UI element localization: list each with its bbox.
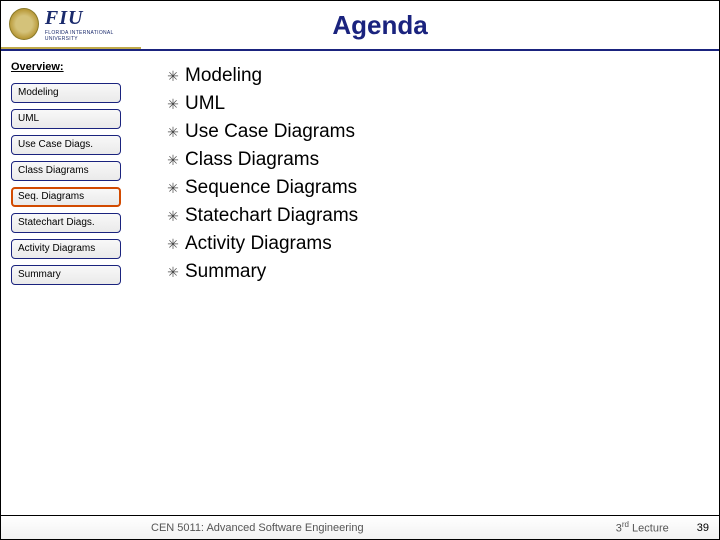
bullet-text: Sequence Diagrams	[185, 177, 357, 199]
sidebar-item-1[interactable]: UML	[11, 109, 121, 129]
bullet-text: Class Diagrams	[185, 149, 319, 171]
bullet-text: Summary	[185, 261, 266, 283]
logo-text-block: FIU FLORIDA INTERNATIONAL UNIVERSITY	[45, 7, 141, 42]
sidebar-item-4[interactable]: Seq. Diagrams	[11, 187, 121, 207]
logo-subtext: FLORIDA INTERNATIONAL UNIVERSITY	[45, 30, 141, 42]
asterisk-bullet-icon: ✳	[161, 152, 185, 169]
bullet-list: ✳Modeling✳UML✳Use Case Diagrams✳Class Di…	[161, 65, 699, 283]
bullet-row: ✳Statechart Diagrams	[161, 205, 699, 227]
sidebar-item-2[interactable]: Use Case Diags.	[11, 135, 121, 155]
logo-seal-icon	[9, 8, 39, 40]
sidebar-heading: Overview:	[11, 61, 131, 73]
bullet-row: ✳Summary	[161, 261, 699, 283]
asterisk-bullet-icon: ✳	[161, 208, 185, 225]
sidebar: Overview: Modeling UML Use Case Diags. Clas…	[1, 51, 141, 517]
bullet-text: Statechart Diagrams	[185, 205, 358, 227]
logo-text: FIU	[45, 7, 141, 30]
bullet-row: ✳Use Case Diagrams	[161, 121, 699, 143]
footer-lecture-word: Lecture	[629, 523, 669, 535]
content: ✳Modeling✳UML✳Use Case Diagrams✳Class Di…	[141, 51, 719, 517]
sidebar-item-5[interactable]: Statechart Diags.	[11, 213, 121, 233]
page-title: Agenda	[141, 10, 719, 41]
bullet-text: UML	[185, 93, 225, 115]
asterisk-bullet-icon: ✳	[161, 124, 185, 141]
asterisk-bullet-icon: ✳	[161, 264, 185, 281]
sidebar-item-6[interactable]: Activity Diagrams	[11, 239, 121, 259]
asterisk-bullet-icon: ✳	[161, 96, 185, 113]
bullet-row: ✳Class Diagrams	[161, 149, 699, 171]
footer: CEN 5011: Advanced Software Engineering …	[1, 515, 719, 539]
asterisk-bullet-icon: ✳	[161, 68, 185, 85]
bullet-row: ✳Sequence Diagrams	[161, 177, 699, 199]
sidebar-nav: Modeling UML Use Case Diags. Class Diagrams…	[11, 83, 131, 285]
footer-lecture-suffix: rd	[622, 520, 629, 529]
asterisk-bullet-icon: ✳	[161, 236, 185, 253]
bullet-row: ✳Modeling	[161, 65, 699, 87]
asterisk-bullet-icon: ✳	[161, 180, 185, 197]
bullet-text: Activity Diagrams	[185, 233, 332, 255]
footer-lecture: 3rd Lecture	[616, 520, 669, 535]
footer-course: CEN 5011: Advanced Software Engineering	[151, 522, 364, 534]
bullet-row: ✳Activity Diagrams	[161, 233, 699, 255]
bullet-text: Modeling	[185, 65, 262, 87]
footer-page-number: 39	[697, 522, 709, 534]
bullet-row: ✳UML	[161, 93, 699, 115]
body: Overview: Modeling UML Use Case Diags. Clas…	[1, 51, 719, 517]
sidebar-item-0[interactable]: Modeling	[11, 83, 121, 103]
sidebar-item-3[interactable]: Class Diagrams	[11, 161, 121, 181]
bullet-text: Use Case Diagrams	[185, 121, 355, 143]
logo: FIU FLORIDA INTERNATIONAL UNIVERSITY	[1, 1, 141, 49]
sidebar-item-7[interactable]: Summary	[11, 265, 121, 285]
header: FIU FLORIDA INTERNATIONAL UNIVERSITY Age…	[1, 1, 719, 51]
